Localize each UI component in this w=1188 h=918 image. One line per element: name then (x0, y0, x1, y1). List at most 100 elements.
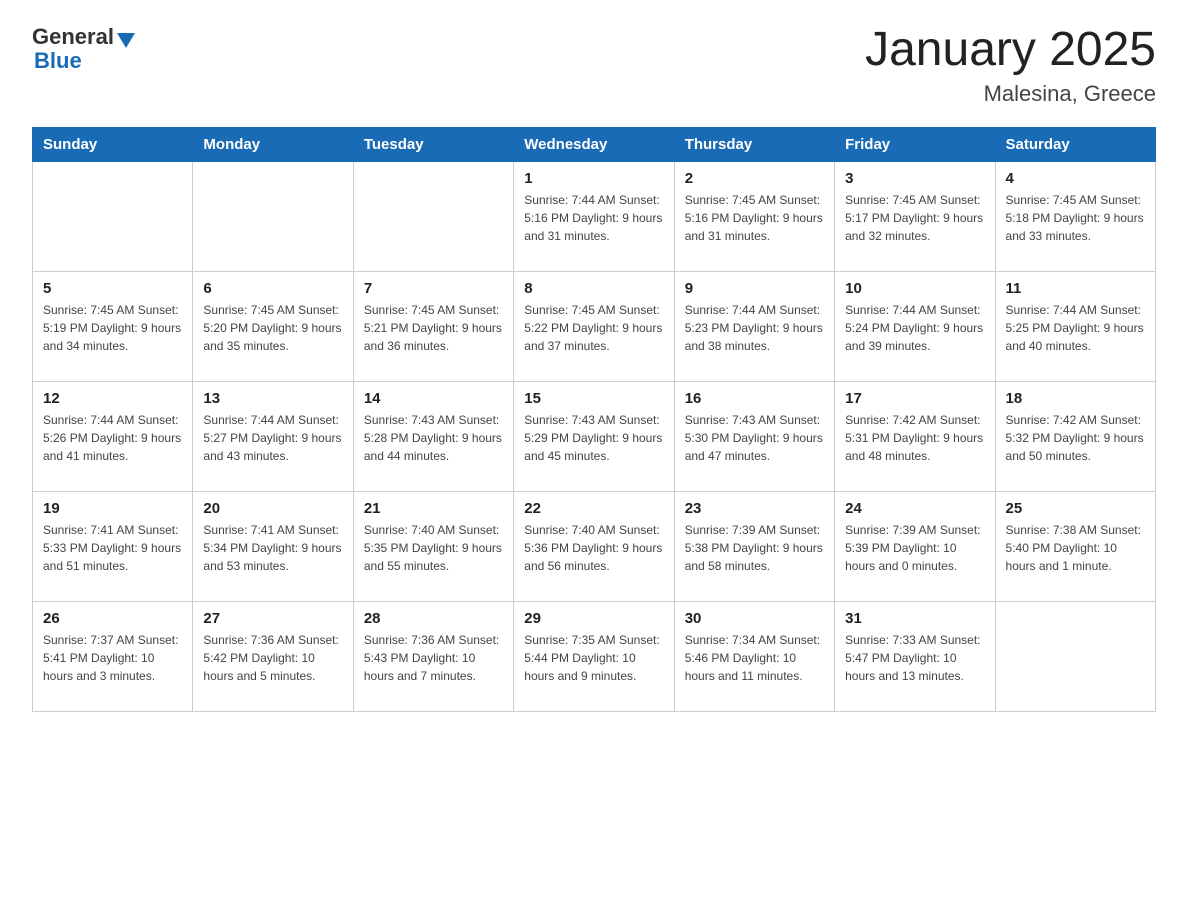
day-number: 17 (845, 390, 984, 407)
day-info: Sunrise: 7:45 AM Sunset: 5:22 PM Dayligh… (524, 301, 663, 355)
cell-w1-d5: 2 Sunrise: 7:45 AM Sunset: 5:16 PM Daylig… (674, 161, 834, 271)
day-info: Sunrise: 7:45 AM Sunset: 5:16 PM Dayligh… (685, 191, 824, 245)
cell-w2-d3: 7 Sunrise: 7:45 AM Sunset: 5:21 PM Daylig… (353, 271, 513, 381)
day-number: 15 (524, 390, 663, 407)
day-number: 20 (203, 500, 342, 517)
day-info: Sunrise: 7:45 AM Sunset: 5:18 PM Dayligh… (1006, 191, 1145, 245)
day-number: 18 (1006, 390, 1145, 407)
page-header: General Blue January 2025 Malesina, Gree… (32, 24, 1156, 107)
cell-w3-d1: 12Sunrise: 7:44 AM Sunset: 5:26 PM Dayli… (33, 381, 193, 491)
day-info: Sunrise: 7:43 AM Sunset: 5:28 PM Dayligh… (364, 411, 503, 465)
day-info: Sunrise: 7:42 AM Sunset: 5:32 PM Dayligh… (1006, 411, 1145, 465)
day-number: 14 (364, 390, 503, 407)
cell-w4-d7: 25Sunrise: 7:38 AM Sunset: 5:40 PM Dayli… (995, 491, 1155, 601)
day-info: Sunrise: 7:43 AM Sunset: 5:29 PM Dayligh… (524, 411, 663, 465)
calendar-title: January 2025 (865, 24, 1156, 77)
day-number: 1 (524, 170, 663, 187)
day-number: 28 (364, 610, 503, 627)
cell-w5-d1: 26Sunrise: 7:37 AM Sunset: 5:41 PM Dayli… (33, 601, 193, 711)
logo-blue: Blue (32, 48, 82, 74)
week-row-1: 1 Sunrise: 7:44 AM Sunset: 5:16 PM Daylig… (33, 161, 1156, 271)
cell-w3-d4: 15 Sunrise: 7:43 AM Sunset: 5:29 PM Dayli… (514, 381, 674, 491)
day-number: 22 (524, 500, 663, 517)
week-row-2: 5Sunrise: 7:45 AM Sunset: 5:19 PM Daylig… (33, 271, 1156, 381)
cell-w1-d6: 3 Sunrise: 7:45 AM Sunset: 5:17 PM Daylig… (835, 161, 995, 271)
day-info: Sunrise: 7:44 AM Sunset: 5:27 PM Dayligh… (203, 411, 342, 465)
day-number: 2 (685, 170, 824, 187)
cell-w5-d7 (995, 601, 1155, 711)
day-info: Sunrise: 7:36 AM Sunset: 5:42 PM Dayligh… (203, 631, 342, 685)
cell-w3-d7: 18 Sunrise: 7:42 AM Sunset: 5:32 PM Dayli… (995, 381, 1155, 491)
header-thursday: Thursday (674, 127, 834, 161)
day-info: Sunrise: 7:45 AM Sunset: 5:17 PM Dayligh… (845, 191, 984, 245)
day-info: Sunrise: 7:45 AM Sunset: 5:21 PM Dayligh… (364, 301, 503, 355)
title-block: January 2025 Malesina, Greece (865, 24, 1156, 107)
cell-w1-d4: 1 Sunrise: 7:44 AM Sunset: 5:16 PM Daylig… (514, 161, 674, 271)
day-info: Sunrise: 7:33 AM Sunset: 5:47 PM Dayligh… (845, 631, 984, 685)
header-row: SundayMondayTuesdayWednesdayThursdayFrid… (33, 127, 1156, 161)
cell-w2-d1: 5Sunrise: 7:45 AM Sunset: 5:19 PM Daylig… (33, 271, 193, 381)
cell-w2-d7: 11 Sunrise: 7:44 AM Sunset: 5:25 PM Dayli… (995, 271, 1155, 381)
day-info: Sunrise: 7:34 AM Sunset: 5:46 PM Dayligh… (685, 631, 824, 685)
day-info: Sunrise: 7:39 AM Sunset: 5:38 PM Dayligh… (685, 521, 824, 575)
cell-w2-d4: 8 Sunrise: 7:45 AM Sunset: 5:22 PM Daylig… (514, 271, 674, 381)
cell-w3-d5: 16 Sunrise: 7:43 AM Sunset: 5:30 PM Dayli… (674, 381, 834, 491)
cell-w5-d4: 29 Sunrise: 7:35 AM Sunset: 5:44 PM Dayli… (514, 601, 674, 711)
cell-w4-d6: 24 Sunrise: 7:39 AM Sunset: 5:39 PM Dayli… (835, 491, 995, 601)
day-number: 11 (1006, 280, 1145, 297)
logo-general: General (32, 24, 114, 50)
calendar-subtitle: Malesina, Greece (865, 81, 1156, 107)
cell-w4-d5: 23 Sunrise: 7:39 AM Sunset: 5:38 PM Dayli… (674, 491, 834, 601)
week-row-5: 26Sunrise: 7:37 AM Sunset: 5:41 PM Dayli… (33, 601, 1156, 711)
cell-w3-d6: 17 Sunrise: 7:42 AM Sunset: 5:31 PM Dayli… (835, 381, 995, 491)
day-info: Sunrise: 7:44 AM Sunset: 5:26 PM Dayligh… (43, 411, 182, 465)
logo-triangle-icon (117, 33, 135, 48)
day-number: 16 (685, 390, 824, 407)
cell-w4-d2: 20 Sunrise: 7:41 AM Sunset: 5:34 PM Dayli… (193, 491, 353, 601)
day-info: Sunrise: 7:35 AM Sunset: 5:44 PM Dayligh… (524, 631, 663, 685)
cell-w5-d3: 28 Sunrise: 7:36 AM Sunset: 5:43 PM Dayli… (353, 601, 513, 711)
day-number: 30 (685, 610, 824, 627)
cell-w2-d5: 9Sunrise: 7:44 AM Sunset: 5:23 PM Daylig… (674, 271, 834, 381)
day-number: 31 (845, 610, 984, 627)
logo: General Blue (32, 24, 135, 74)
day-info: Sunrise: 7:37 AM Sunset: 5:41 PM Dayligh… (43, 631, 182, 685)
week-row-4: 19 Sunrise: 7:41 AM Sunset: 5:33 PM Dayli… (33, 491, 1156, 601)
day-number: 29 (524, 610, 663, 627)
cell-w5-d2: 27 Sunrise: 7:36 AM Sunset: 5:42 PM Dayli… (193, 601, 353, 711)
day-info: Sunrise: 7:41 AM Sunset: 5:34 PM Dayligh… (203, 521, 342, 575)
day-number: 3 (845, 170, 984, 187)
cell-w4-d4: 22Sunrise: 7:40 AM Sunset: 5:36 PM Dayli… (514, 491, 674, 601)
day-number: 21 (364, 500, 503, 517)
day-info: Sunrise: 7:36 AM Sunset: 5:43 PM Dayligh… (364, 631, 503, 685)
cell-w3-d3: 14 Sunrise: 7:43 AM Sunset: 5:28 PM Dayli… (353, 381, 513, 491)
day-number: 6 (203, 280, 342, 297)
day-number: 24 (845, 500, 984, 517)
day-number: 13 (203, 390, 342, 407)
day-info: Sunrise: 7:43 AM Sunset: 5:30 PM Dayligh… (685, 411, 824, 465)
day-number: 19 (43, 500, 182, 517)
day-number: 23 (685, 500, 824, 517)
cell-w5-d5: 30 Sunrise: 7:34 AM Sunset: 5:46 PM Dayli… (674, 601, 834, 711)
cell-w1-d1 (33, 161, 193, 271)
day-info: Sunrise: 7:40 AM Sunset: 5:35 PM Dayligh… (364, 521, 503, 575)
day-number: 27 (203, 610, 342, 627)
cell-w1-d3 (353, 161, 513, 271)
cell-w4-d1: 19 Sunrise: 7:41 AM Sunset: 5:33 PM Dayli… (33, 491, 193, 601)
cell-w3-d2: 13 Sunrise: 7:44 AM Sunset: 5:27 PM Dayli… (193, 381, 353, 491)
day-info: Sunrise: 7:42 AM Sunset: 5:31 PM Dayligh… (845, 411, 984, 465)
day-number: 25 (1006, 500, 1145, 517)
cell-w2-d2: 6Sunrise: 7:45 AM Sunset: 5:20 PM Daylig… (193, 271, 353, 381)
week-row-3: 12Sunrise: 7:44 AM Sunset: 5:26 PM Dayli… (33, 381, 1156, 491)
day-info: Sunrise: 7:44 AM Sunset: 5:25 PM Dayligh… (1006, 301, 1145, 355)
day-number: 8 (524, 280, 663, 297)
cell-w1-d7: 4Sunrise: 7:45 AM Sunset: 5:18 PM Daylig… (995, 161, 1155, 271)
day-info: Sunrise: 7:44 AM Sunset: 5:24 PM Dayligh… (845, 301, 984, 355)
header-wednesday: Wednesday (514, 127, 674, 161)
day-number: 9 (685, 280, 824, 297)
day-info: Sunrise: 7:44 AM Sunset: 5:16 PM Dayligh… (524, 191, 663, 245)
day-info: Sunrise: 7:45 AM Sunset: 5:19 PM Dayligh… (43, 301, 182, 355)
day-number: 7 (364, 280, 503, 297)
day-info: Sunrise: 7:41 AM Sunset: 5:33 PM Dayligh… (43, 521, 182, 575)
day-info: Sunrise: 7:39 AM Sunset: 5:39 PM Dayligh… (845, 521, 984, 575)
